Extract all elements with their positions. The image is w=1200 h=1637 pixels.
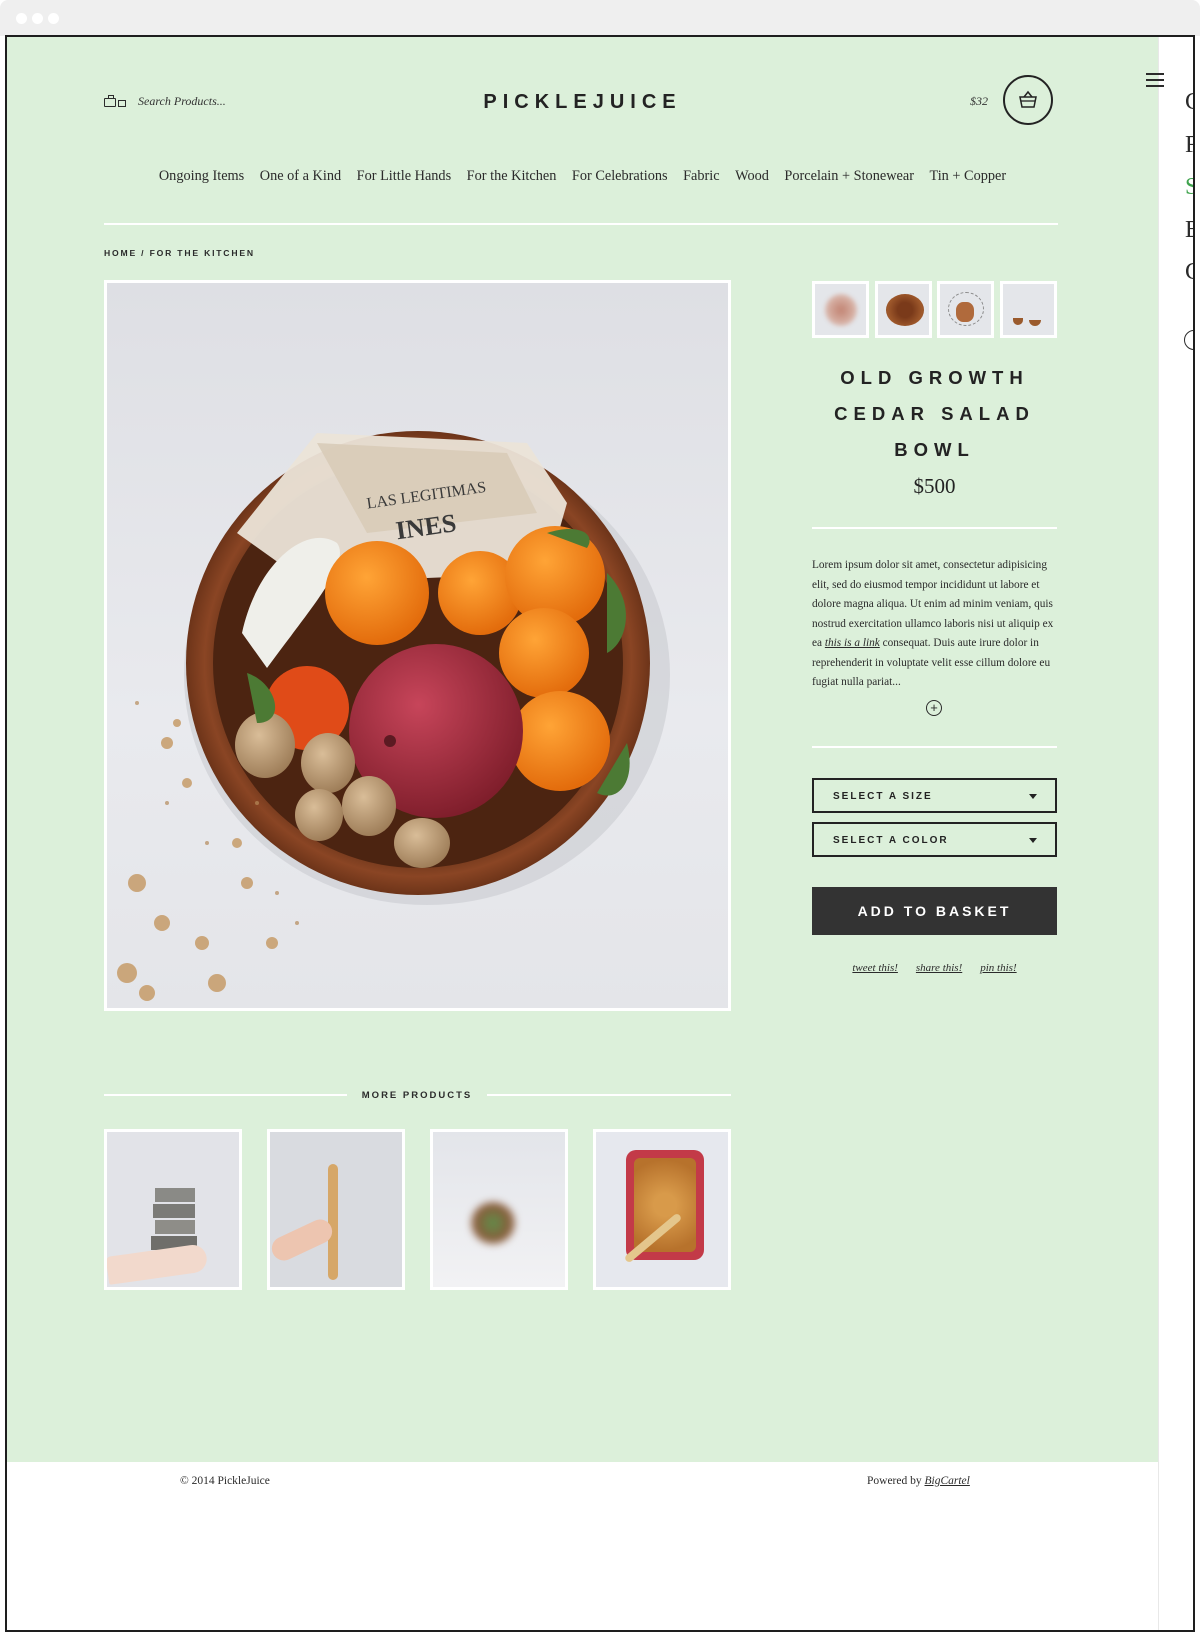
pin-link[interactable]: pin this! [980,962,1016,974]
window-control-dot[interactable] [16,13,27,24]
window-control-dot[interactable] [48,13,59,24]
share-link[interactable]: share this! [916,962,962,974]
header-divider [104,223,1058,225]
product-description: Lorem ipsum dolor sit amet, consectetur … [812,556,1057,693]
nav-item[interactable]: Ongoing Items [159,168,244,185]
drawer-item-initial[interactable]: S [1185,174,1193,201]
cart-total: $32 [970,94,988,108]
breadcrumb-home-link[interactable]: HOME [104,248,137,258]
nav-item[interactable]: For Celebrations [572,168,668,185]
powered-by-text: Powered by [867,1475,925,1487]
description-link[interactable]: this is a link [825,637,880,649]
more-products-divider [487,1094,731,1096]
salad-bowl-photo: LAS LEGITIMAS INES [117,431,670,1001]
more-product-card[interactable] [593,1129,731,1290]
plus-circle-icon[interactable]: + [926,700,942,716]
breadcrumb-current: FOR THE KITCHEN [149,248,255,258]
nav-item[interactable]: Porcelain + Stonewear [784,168,914,185]
description-text: Lorem ipsum dolor sit amet, consectetur … [812,559,1054,649]
nav-item[interactable]: Fabric [683,168,720,185]
color-select[interactable]: SELECT A COLOR [812,822,1057,857]
browser-viewport: PICKLEJUICE $32 Ongoing ItemsOne of a Ki… [5,35,1195,1632]
breadcrumb-separator: / [136,248,150,258]
breadcrumb: HOME / FOR THE KITCHEN [104,248,255,258]
product-main-image[interactable]: LAS LEGITIMAS INES [104,280,731,1011]
product-price: $500 [913,474,956,498]
product-thumbnail[interactable] [1000,281,1057,338]
store-page: PICKLEJUICE $32 Ongoing ItemsOne of a Ki… [7,37,1158,1462]
footer-copyright: © 2014 PickleJuice [180,1475,270,1487]
window-control-dot[interactable] [32,13,43,24]
product-thumbnail[interactable] [812,281,869,338]
more-products-divider [104,1094,347,1096]
size-select[interactable]: SELECT A SIZE [812,778,1057,813]
more-products-title: MORE PRODUCTS [361,1090,473,1101]
price-divider [812,527,1057,529]
hamburger-menu-icon[interactable] [1146,73,1164,87]
side-drawer: C F S B C [1146,37,1193,1630]
more-product-card[interactable] [267,1129,405,1290]
nav-item[interactable]: For the Kitchen [467,168,557,185]
drawer-item-initial[interactable]: B [1185,217,1193,244]
chevron-down-icon [1029,794,1037,799]
social-icon[interactable] [1184,330,1193,350]
product-title: OLD GROWTH CEDAR SALAD BOWL [834,367,1035,460]
nav-item[interactable]: Tin + Copper [929,168,1006,185]
more-product-card[interactable] [104,1129,242,1290]
share-links: tweet this! share this! pin this! [812,962,1057,974]
drawer-item-initial[interactable]: F [1185,132,1193,159]
more-product-card[interactable] [430,1129,568,1290]
nav-item[interactable]: For Little Hands [357,168,452,185]
browser-title-bar [0,0,1200,36]
size-select-label: SELECT A SIZE [833,791,933,802]
nav-item[interactable]: One of a Kind [260,168,341,185]
color-select-label: SELECT A COLOR [833,835,949,846]
tweet-link[interactable]: tweet this! [852,962,898,974]
description-divider [812,746,1057,748]
drawer-item-initial[interactable]: C [1185,89,1193,116]
drawer-item-initial[interactable]: C [1185,259,1193,286]
product-thumbnail[interactable] [875,281,932,338]
category-nav: Ongoing Items One of a Kind For Little Han… [7,168,1158,185]
bigcartel-link[interactable]: BigCartel [925,1475,970,1487]
footer-powered-by: Powered by BigCartel [867,1475,970,1487]
basket-icon [1019,90,1037,108]
basket-button[interactable] [1003,75,1053,125]
add-to-basket-button[interactable]: ADD TO BASKET [812,887,1057,935]
product-thumbnail[interactable] [937,281,994,338]
chevron-down-icon [1029,838,1037,843]
nav-item[interactable]: Wood [735,168,769,185]
